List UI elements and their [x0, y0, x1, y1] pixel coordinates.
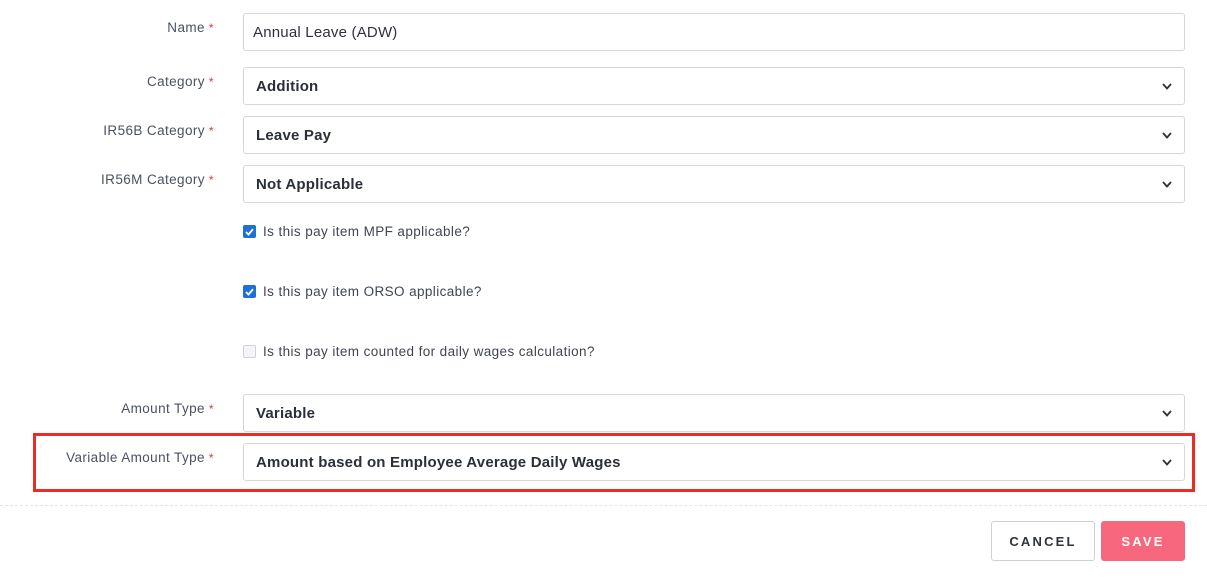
chevron-down-icon — [1162, 81, 1172, 91]
ir56m-category-select-value: Not Applicable — [256, 175, 364, 193]
orso-applicable-label: Is this pay item ORSO applicable? — [263, 284, 482, 299]
name-input[interactable]: Annual Leave (ADW) — [243, 13, 1185, 51]
required-asterisk: * — [208, 402, 214, 416]
category-select[interactable]: Addition — [243, 67, 1185, 105]
variable-amount-type-select-value: Amount based on Employee Average Daily W… — [256, 453, 621, 471]
chevron-down-icon — [1162, 130, 1172, 140]
name-label: Name * — [167, 20, 214, 35]
variable-amount-type-select[interactable]: Amount based on Employee Average Daily W… — [243, 443, 1185, 481]
required-asterisk: * — [208, 451, 214, 465]
amount-type-select-value: Variable — [256, 404, 316, 422]
amount-type-select[interactable]: Variable — [243, 394, 1185, 432]
mpf-applicable-label: Is this pay item MPF applicable? — [263, 224, 471, 239]
required-asterisk: * — [208, 21, 214, 35]
category-select-value: Addition — [256, 77, 319, 95]
chevron-down-icon — [1162, 179, 1172, 189]
orso-applicable-checkbox-row[interactable]: Is this pay item ORSO applicable? — [243, 284, 482, 299]
mpf-applicable-checkbox[interactable] — [243, 225, 256, 238]
footer-divider — [0, 505, 1207, 506]
daily-wages-checkbox-row[interactable]: Is this pay item counted for daily wages… — [243, 344, 595, 359]
variable-amount-type-label: Variable Amount Type * — [66, 450, 214, 465]
chevron-down-icon — [1162, 457, 1172, 467]
daily-wages-checkbox[interactable] — [243, 345, 256, 358]
ir56m-category-select[interactable]: Not Applicable — [243, 165, 1185, 203]
required-asterisk: * — [208, 75, 214, 89]
check-icon — [245, 288, 254, 296]
required-asterisk: * — [208, 124, 214, 138]
chevron-down-icon — [1162, 408, 1172, 418]
required-asterisk: * — [208, 173, 214, 187]
ir56m-category-label: IR56M Category * — [101, 172, 214, 187]
ir56b-category-label: IR56B Category * — [103, 123, 214, 138]
cancel-button[interactable]: CANCEL — [991, 521, 1095, 561]
mpf-applicable-checkbox-row[interactable]: Is this pay item MPF applicable? — [243, 224, 470, 239]
save-button[interactable]: SAVE — [1101, 521, 1185, 561]
ir56b-category-select[interactable]: Leave Pay — [243, 116, 1185, 154]
category-label: Category * — [146, 74, 214, 89]
ir56b-category-select-value: Leave Pay — [256, 126, 332, 144]
name-input-value: Annual Leave (ADW) — [253, 23, 398, 41]
check-icon — [245, 228, 254, 236]
orso-applicable-checkbox[interactable] — [243, 285, 256, 298]
amount-type-label: Amount Type * — [121, 401, 214, 416]
daily-wages-label: Is this pay item counted for daily wages… — [263, 344, 595, 359]
